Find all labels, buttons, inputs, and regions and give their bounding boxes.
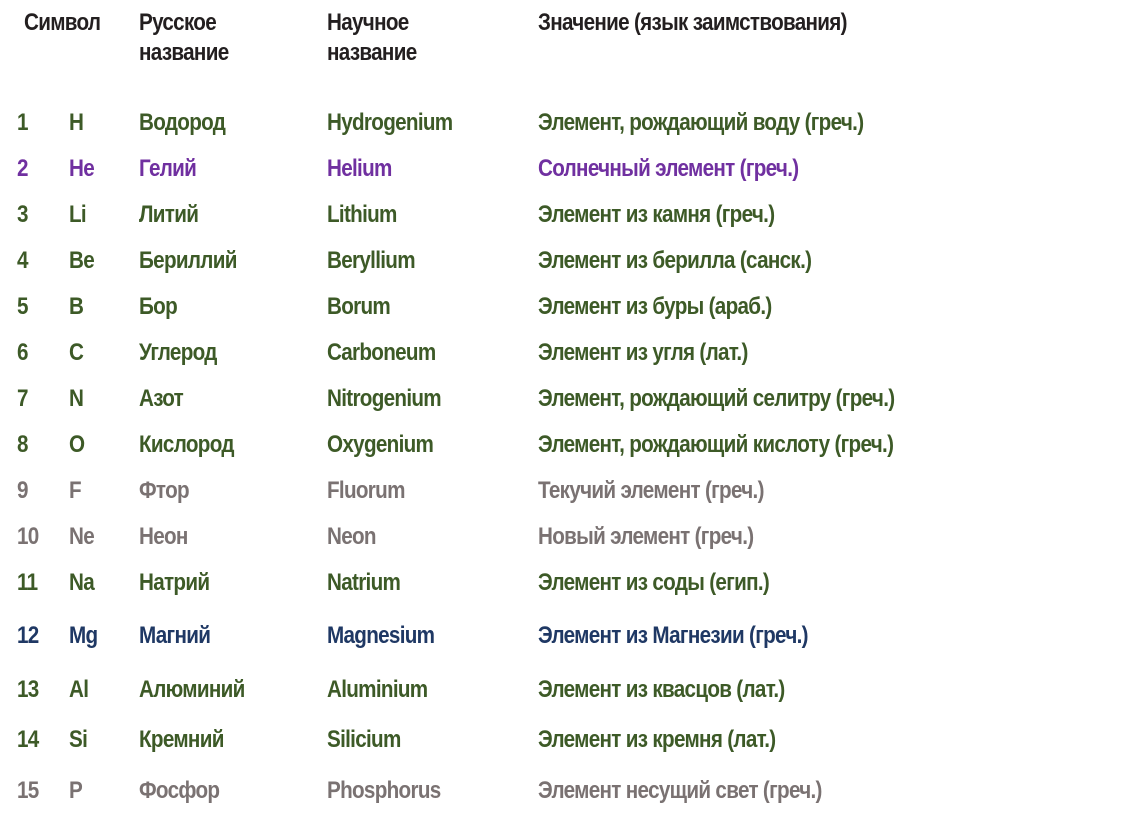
- cell-scientific-name: Silicium: [327, 726, 401, 753]
- cell-meaning: Элемент, рождающий кислоту (греч.): [538, 431, 894, 458]
- cell-russian-name: Натрий: [139, 569, 210, 596]
- cell-scientific-name: Phosphorus: [327, 777, 441, 804]
- cell-scientific-name: Oxygenium: [327, 431, 434, 458]
- cell-number: 8: [17, 431, 28, 458]
- cell-scientific-name: Fluorum: [327, 477, 405, 504]
- cell-number: 1: [17, 109, 28, 136]
- cell-russian-name: Алюминий: [139, 676, 245, 703]
- cell-symbol: Si: [69, 726, 88, 753]
- cell-meaning: Новый элемент (греч.): [538, 523, 754, 550]
- cell-meaning: Элемент несущий свет (греч.): [538, 777, 822, 804]
- cell-symbol: P: [69, 777, 83, 804]
- cell-russian-name: Кислород: [139, 431, 234, 458]
- cell-symbol: Mg: [69, 622, 98, 649]
- cell-scientific-name: Hydrogenium: [327, 109, 453, 136]
- cell-russian-name: Фосфор: [139, 777, 220, 804]
- cell-russian-name: Литий: [139, 201, 199, 228]
- cell-scientific-name: Carboneum: [327, 339, 436, 366]
- cell-number: 5: [17, 293, 28, 320]
- cell-symbol: B: [69, 293, 84, 320]
- header-russian-name-line2: название: [139, 39, 229, 66]
- cell-symbol: C: [69, 339, 84, 366]
- cell-number: 11: [17, 569, 38, 596]
- cell-meaning: Элемент из угля (лат.): [538, 339, 748, 366]
- cell-number: 14: [17, 726, 39, 753]
- cell-number: 10: [17, 523, 39, 550]
- cell-meaning: Элемент из соды (егип.): [538, 569, 770, 596]
- cell-russian-name: Бериллий: [139, 247, 237, 274]
- cell-russian-name: Кремний: [139, 726, 224, 753]
- cell-russian-name: Неон: [139, 523, 188, 550]
- cell-meaning: Элемент из буры (араб.): [538, 293, 772, 320]
- cell-scientific-name: Neon: [327, 523, 377, 550]
- cell-scientific-name: Magnesium: [327, 622, 435, 649]
- cell-scientific-name: Beryllium: [327, 247, 416, 274]
- header-scientific-name-line2: название: [327, 39, 417, 66]
- cell-meaning: Элемент из берилла (санск.): [538, 247, 812, 274]
- header-russian-name-line1: Русское: [139, 9, 217, 36]
- cell-russian-name: Гелий: [139, 155, 197, 182]
- cell-number: 7: [17, 385, 28, 412]
- cell-number: 12: [17, 622, 39, 649]
- cell-symbol: Al: [69, 676, 89, 703]
- cell-meaning: Текучий элемент (греч.): [538, 477, 764, 504]
- cell-number: 9: [17, 477, 28, 504]
- cell-russian-name: Водород: [139, 109, 226, 136]
- cell-meaning: Элемент из кремня (лат.): [538, 726, 776, 753]
- cell-symbol: Li: [69, 201, 87, 228]
- cell-symbol: Ne: [69, 523, 95, 550]
- cell-meaning: Элемент из Магнезии (греч.): [538, 622, 809, 649]
- cell-russian-name: Углерод: [139, 339, 217, 366]
- cell-symbol: O: [69, 431, 85, 458]
- cell-number: 3: [17, 201, 28, 228]
- cell-russian-name: Азот: [139, 385, 184, 412]
- cell-scientific-name: Lithium: [327, 201, 397, 228]
- cell-number: 4: [17, 247, 28, 274]
- cell-symbol: N: [69, 385, 84, 412]
- cell-scientific-name: Aluminium: [327, 676, 428, 703]
- cell-scientific-name: Nitrogenium: [327, 385, 442, 412]
- cell-russian-name: Магний: [139, 622, 211, 649]
- cell-scientific-name: Helium: [327, 155, 392, 182]
- cell-meaning: Элемент из камня (греч.): [538, 201, 775, 228]
- cell-meaning: Элемент, рождающий воду (греч.): [538, 109, 864, 136]
- header-meaning: Значение (язык заимствования): [538, 9, 848, 36]
- header-symbol: Символ: [24, 9, 101, 36]
- cell-symbol: Be: [69, 247, 95, 274]
- cell-number: 2: [17, 155, 28, 182]
- cell-meaning: Элемент, рождающий селитру (греч.): [538, 385, 895, 412]
- cell-symbol: He: [69, 155, 95, 182]
- cell-number: 13: [17, 676, 39, 703]
- cell-number: 6: [17, 339, 28, 366]
- cell-scientific-name: Natrium: [327, 569, 401, 596]
- cell-meaning: Элемент из квасцов (лат.): [538, 676, 785, 703]
- cell-symbol: H: [69, 109, 84, 136]
- cell-scientific-name: Borum: [327, 293, 391, 320]
- cell-russian-name: Фтор: [139, 477, 190, 504]
- cell-russian-name: Бор: [139, 293, 178, 320]
- header-scientific-name-line1: Научное: [327, 9, 409, 36]
- cell-meaning: Солнечный элемент (греч.): [538, 155, 799, 182]
- cell-symbol: Na: [69, 569, 95, 596]
- cell-number: 15: [17, 777, 39, 804]
- cell-symbol: F: [69, 477, 82, 504]
